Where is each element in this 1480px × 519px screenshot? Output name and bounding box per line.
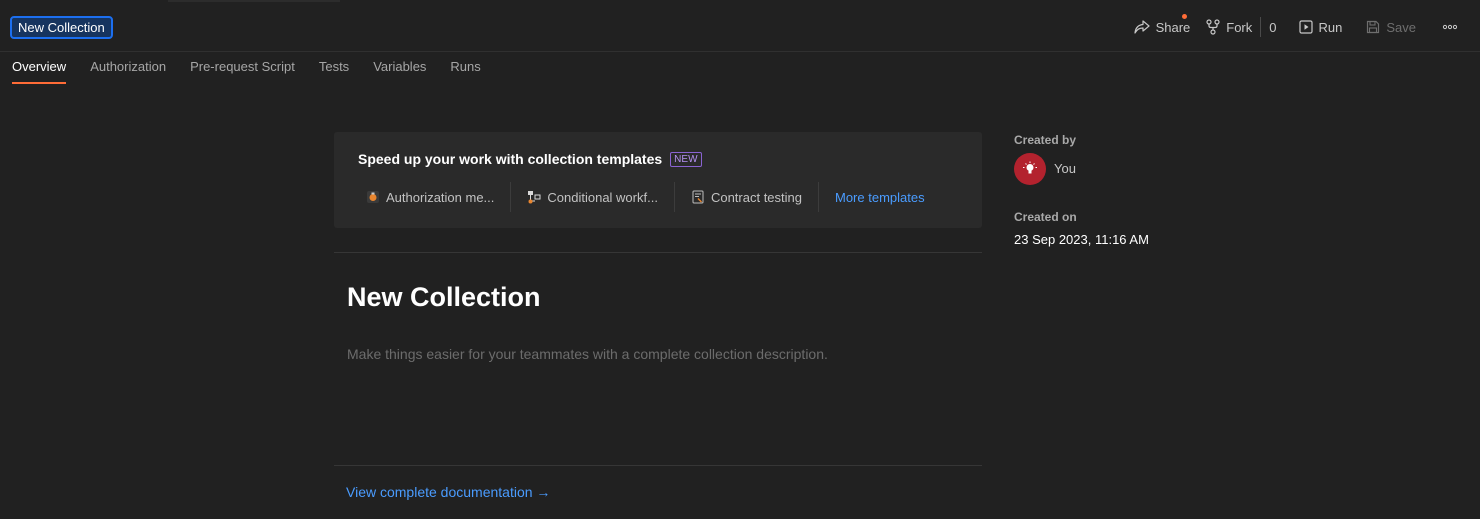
template-label: Contract testing <box>710 189 802 205</box>
lightbulb-icon <box>1023 161 1037 174</box>
template-authorization[interactable]: Authorization me... <box>358 182 510 212</box>
templates-banner: Speed up your work with collection templ… <box>334 132 982 228</box>
share-button[interactable]: Share <box>1126 14 1199 40</box>
tab-variables[interactable]: Variables <box>361 52 438 84</box>
save-icon <box>1367 20 1380 34</box>
save-button[interactable]: Save <box>1358 14 1424 40</box>
tab-runs[interactable]: Runs <box>438 52 492 84</box>
template-label: Conditional workf... <box>547 189 658 205</box>
created-on-label: Created on <box>1014 210 1077 224</box>
collection-header: New Collection Share Fork 0 Run Save <box>0 0 1480 52</box>
collection-name-heading[interactable]: New Collection <box>347 282 541 313</box>
share-icon <box>1133 20 1150 34</box>
collection-tabs: Overview Authorization Pre-request Scrip… <box>0 52 493 84</box>
created-on-date: 23 Sep 2023, 11:16 AM <box>1014 232 1149 247</box>
avatar[interactable] <box>1014 153 1046 185</box>
save-label: Save <box>1386 19 1416 35</box>
fork-divider <box>1260 17 1262 37</box>
templates-banner-title: Speed up your work with collection templ… <box>358 151 702 167</box>
run-icon <box>1298 20 1313 34</box>
template-conditional-workflow[interactable]: Conditional workf... <box>510 182 674 212</box>
template-label: Authorization me... <box>386 189 495 205</box>
fork-label: Fork <box>1226 19 1253 35</box>
fork-button[interactable]: Fork <box>1198 14 1252 40</box>
fork-icon <box>1206 19 1220 35</box>
share-notification-dot <box>1181 14 1187 19</box>
header-actions: Share Fork 0 Run Save <box>1126 14 1464 40</box>
template-contract-testing[interactable]: Contract testing <box>673 182 818 212</box>
share-label: Share <box>1155 19 1191 35</box>
collection-description-field[interactable]: Make things easier for your teammates wi… <box>347 346 828 362</box>
more-horizontal-icon <box>1442 24 1458 30</box>
contract-testing-template-icon <box>692 190 704 204</box>
tab-tests[interactable]: Tests <box>307 52 361 84</box>
templates-banner-heading: Speed up your work with collection templ… <box>358 151 663 167</box>
conditional-workflow-template-icon <box>528 191 541 204</box>
more-templates-link[interactable]: More templates <box>818 182 941 212</box>
collection-title-input[interactable]: New Collection <box>10 16 113 39</box>
view-documentation-link[interactable]: View complete documentation → <box>346 484 550 500</box>
run-label: Run <box>1318 19 1343 35</box>
more-actions-button[interactable] <box>1434 14 1464 40</box>
run-button[interactable]: Run <box>1291 14 1351 40</box>
section-divider-top <box>334 252 982 253</box>
tab-pre-request-script[interactable]: Pre-request Script <box>178 52 307 84</box>
created-by-label: Created by <box>1014 133 1077 147</box>
tab-overview[interactable]: Overview <box>0 52 78 84</box>
authorization-template-icon <box>367 191 379 203</box>
new-badge: NEW <box>670 151 702 167</box>
fork-count[interactable]: 0 <box>1269 20 1276 35</box>
creator-name: You <box>1054 161 1076 176</box>
tab-authorization[interactable]: Authorization <box>78 52 178 84</box>
templates-list: Authorization me... Conditional workf...… <box>358 182 941 212</box>
section-divider-bottom <box>334 465 982 466</box>
